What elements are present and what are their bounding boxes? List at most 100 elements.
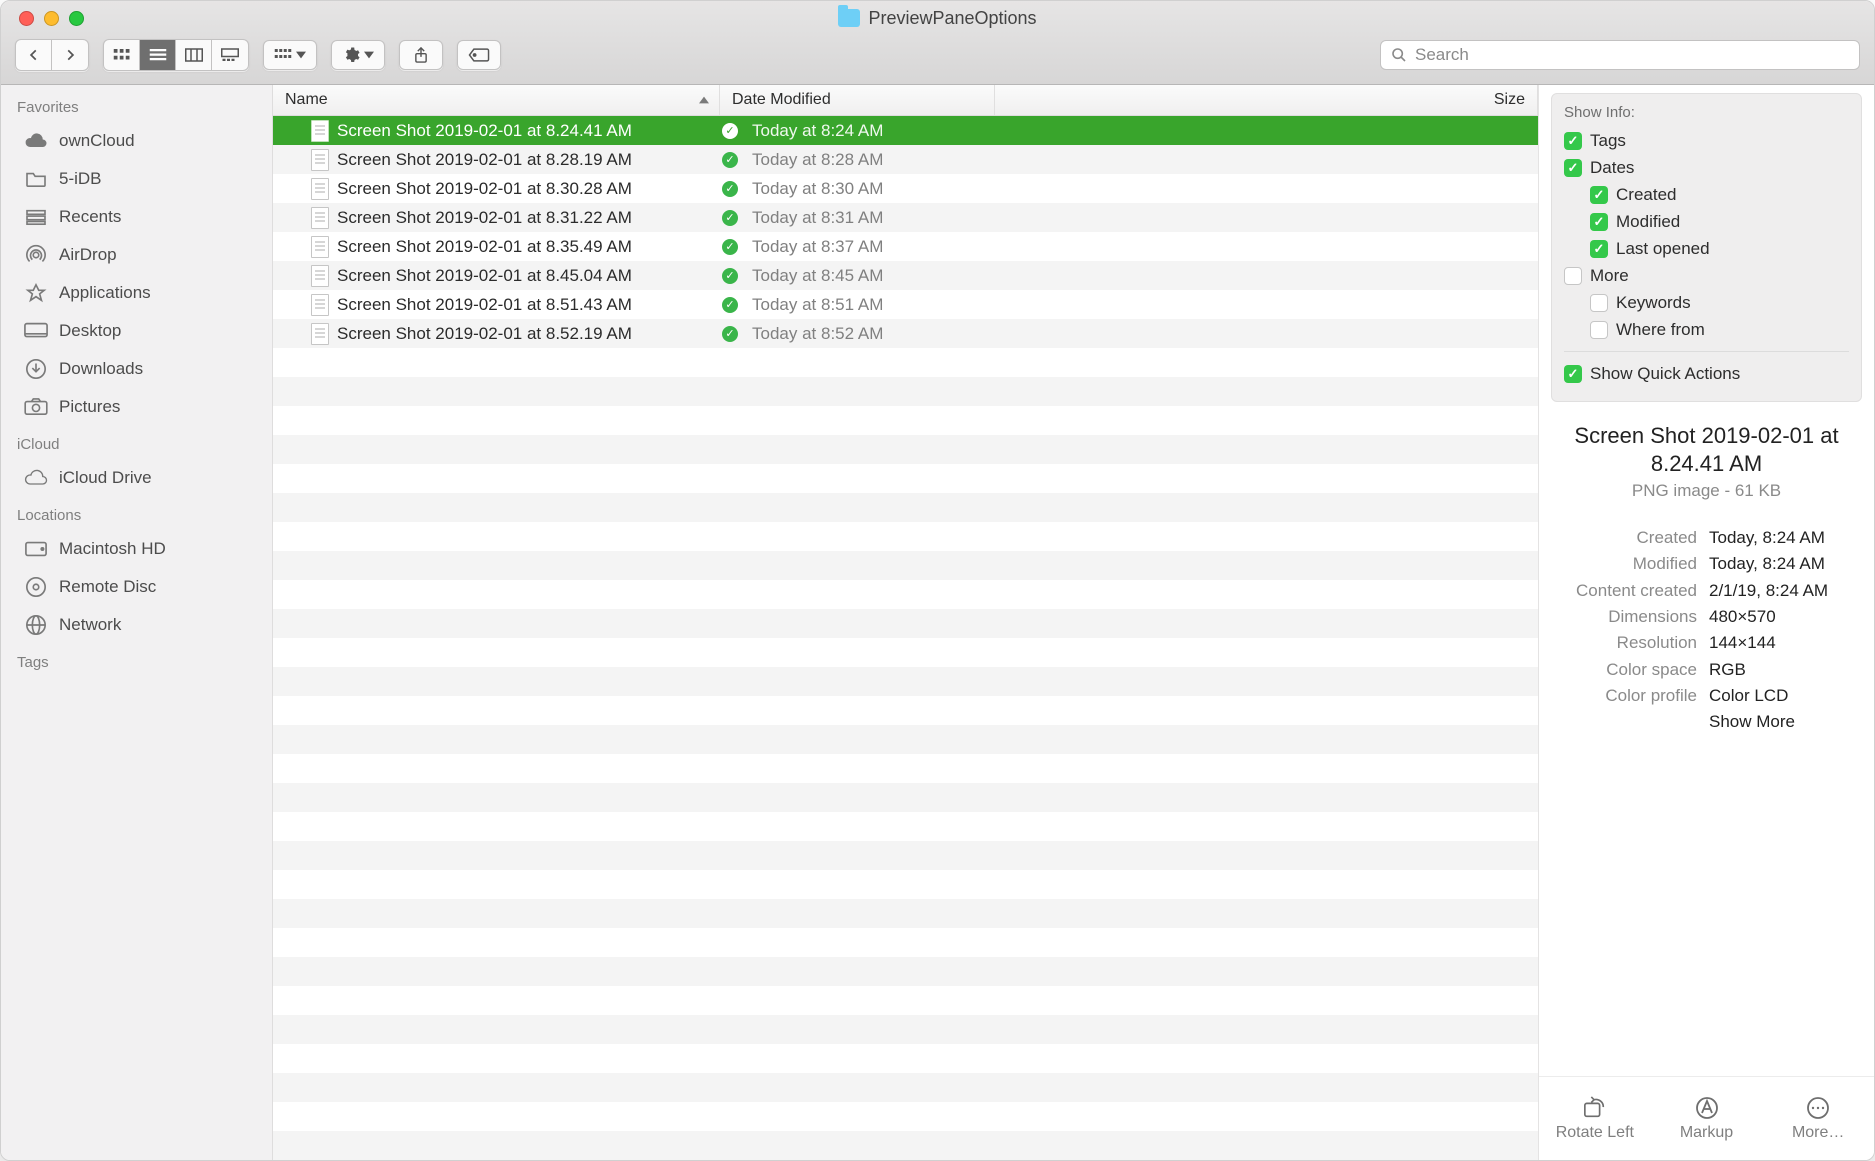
view-list-button[interactable] [140, 40, 176, 70]
kv-key: Modified [1557, 551, 1697, 577]
file-row[interactable]: Screen Shot 2019-02-01 at 8.51.43 AM✓Tod… [273, 290, 1538, 319]
file-name: Screen Shot 2019-02-01 at 8.35.49 AM [337, 237, 632, 257]
share-button[interactable] [399, 40, 443, 70]
window-minimize-button[interactable] [44, 11, 59, 26]
action-menu-button[interactable] [331, 40, 385, 70]
option-dates-last-opened[interactable]: ✓ Last opened [1564, 235, 1849, 262]
kv-created: Created Today, 8:24 AM [1557, 525, 1856, 551]
checkmark-icon: ✓ [722, 239, 738, 255]
kv-value: 2/1/19, 8:24 AM [1709, 578, 1856, 604]
arrange-button[interactable] [263, 40, 317, 70]
column-header-name[interactable]: Name [273, 85, 720, 115]
file-date-cell: Today at 8:24 AM [740, 121, 1015, 141]
kv-value: Today, 8:24 AM [1709, 525, 1856, 551]
main: Favorites ownCloud 5-iDB Recents AirDrop… [1, 85, 1874, 1160]
search-field[interactable] [1380, 40, 1860, 70]
file-name-cell: Screen Shot 2019-02-01 at 8.35.49 AM [273, 236, 720, 258]
sidebar-item-label: Remote Disc [59, 577, 156, 597]
column-header-size[interactable]: Size [995, 85, 1538, 115]
checkmark-icon: ✓ [722, 268, 738, 284]
file-name-cell: Screen Shot 2019-02-01 at 8.45.04 AM [273, 265, 720, 287]
sync-status: ✓ [720, 239, 740, 255]
finder-window: PreviewPaneOptions [0, 0, 1875, 1161]
file-name-cell: Screen Shot 2019-02-01 at 8.30.28 AM [273, 178, 720, 200]
search-input[interactable] [1415, 45, 1849, 65]
nav-seg [15, 39, 89, 71]
file-row[interactable]: Screen Shot 2019-02-01 at 8.45.04 AM✓Tod… [273, 261, 1538, 290]
file-row[interactable]: Screen Shot 2019-02-01 at 8.30.28 AM✓Tod… [273, 174, 1538, 203]
column-header-date-label: Date Modified [732, 91, 831, 109]
pictures-icon [23, 396, 49, 418]
checkbox-icon: ✓ [1564, 365, 1582, 383]
sidebar-item-downloads[interactable]: Downloads [17, 350, 264, 388]
option-dates[interactable]: ✓ Dates [1564, 154, 1849, 181]
preview-body: Screen Shot 2019-02-01 at 8.24.41 AM PNG… [1539, 408, 1874, 744]
checkbox-icon [1590, 321, 1608, 339]
sidebar-item-icloud-drive[interactable]: iCloud Drive [17, 459, 264, 497]
sidebar-item-pictures[interactable]: Pictures [17, 388, 264, 426]
sidebar-heading-icloud: iCloud [17, 436, 264, 453]
show-more-link[interactable]: Show More [1709, 709, 1856, 735]
disk-icon [23, 538, 49, 560]
view-column-button[interactable] [176, 40, 212, 70]
file-row[interactable]: Screen Shot 2019-02-01 at 8.28.19 AM✓Tod… [273, 145, 1538, 174]
file-row[interactable]: Screen Shot 2019-02-01 at 8.35.49 AM✓Tod… [273, 232, 1538, 261]
view-gallery-button[interactable] [212, 40, 248, 70]
option-show-quick-actions[interactable]: ✓ Show Quick Actions [1564, 360, 1849, 387]
sidebar-item-label: Desktop [59, 321, 121, 341]
file-icon [311, 120, 329, 142]
file-row[interactable]: Screen Shot 2019-02-01 at 8.52.19 AM✓Tod… [273, 319, 1538, 348]
kv-value: 144×144 [1709, 630, 1856, 656]
file-date-cell: Today at 8:30 AM [740, 179, 1015, 199]
sync-status: ✓ [720, 268, 740, 284]
option-label: Modified [1616, 212, 1680, 232]
view-icon-button[interactable] [104, 40, 140, 70]
sidebar-item-network[interactable]: Network [17, 606, 264, 644]
sidebar-heading-locations: Locations [17, 507, 264, 524]
file-rows[interactable]: Screen Shot 2019-02-01 at 8.24.41 AM ✓ Tod… [273, 116, 1538, 1160]
sidebar-item-applications[interactable]: Applications [17, 274, 264, 312]
preview-options-title: Show Info: [1564, 104, 1849, 121]
forward-button[interactable] [52, 40, 88, 70]
column-view-icon [185, 48, 203, 62]
window-close-button[interactable] [19, 11, 34, 26]
sync-status: ✓ [720, 297, 740, 313]
file-name-cell: Screen Shot 2019-02-01 at 8.28.19 AM [273, 149, 720, 171]
file-row[interactable]: Screen Shot 2019-02-01 at 8.24.41 AM✓Tod… [273, 116, 1538, 145]
quick-action-rotate-left[interactable]: Rotate Left [1539, 1077, 1651, 1160]
column-header-date[interactable]: Date Modified [720, 85, 995, 115]
edit-tags-button[interactable] [457, 40, 501, 70]
file-name: Screen Shot 2019-02-01 at 8.45.04 AM [337, 266, 632, 286]
preview-metadata: Created Today, 8:24 AM Modified Today, 8… [1553, 525, 1860, 738]
quick-action-markup[interactable]: Markup [1651, 1077, 1763, 1160]
sidebar-item-remote-disc[interactable]: Remote Disc [17, 568, 264, 606]
quick-action-more[interactable]: More… [1762, 1077, 1874, 1160]
sidebar-item-airdrop[interactable]: AirDrop [17, 236, 264, 274]
sidebar-item-owncloud[interactable]: ownCloud [17, 122, 264, 160]
checkmark-icon: ✓ [722, 297, 738, 313]
window-maximize-button[interactable] [69, 11, 84, 26]
back-button[interactable] [16, 40, 52, 70]
sidebar-item-desktop[interactable]: Desktop [17, 312, 264, 350]
sidebar-item-recents[interactable]: Recents [17, 198, 264, 236]
preview-filename: Screen Shot 2019-02-01 at 8.24.41 AM [1553, 422, 1860, 477]
icon-view-icon [113, 48, 131, 62]
option-label: Last opened [1616, 239, 1710, 259]
option-more-where-from[interactable]: Where from [1564, 316, 1849, 343]
option-more-keywords[interactable]: Keywords [1564, 289, 1849, 316]
option-tags[interactable]: ✓ Tags [1564, 127, 1849, 154]
file-icon [311, 178, 329, 200]
recents-icon [23, 206, 49, 228]
option-dates-created[interactable]: ✓ Created [1564, 181, 1849, 208]
sidebar-item-macintosh-hd[interactable]: Macintosh HD [17, 530, 264, 568]
checkbox-icon: ✓ [1590, 213, 1608, 231]
toolbar [1, 35, 1874, 84]
cloud-icon [23, 130, 49, 152]
disc-icon [23, 576, 49, 598]
sidebar-item-5-idb[interactable]: 5-iDB [17, 160, 264, 198]
file-name: Screen Shot 2019-02-01 at 8.24.41 AM [337, 121, 632, 141]
file-icon [311, 265, 329, 287]
file-row[interactable]: Screen Shot 2019-02-01 at 8.31.22 AM✓Tod… [273, 203, 1538, 232]
option-dates-modified[interactable]: ✓ Modified [1564, 208, 1849, 235]
option-more[interactable]: More [1564, 262, 1849, 289]
